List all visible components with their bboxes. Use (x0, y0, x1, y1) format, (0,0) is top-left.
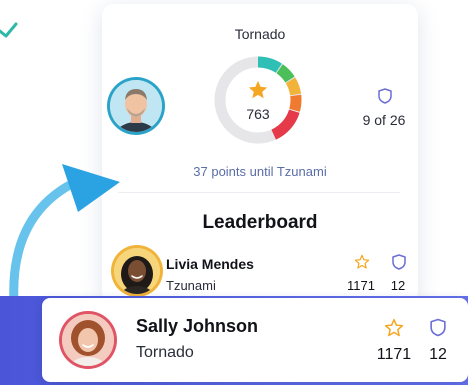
user-avatar[interactable] (110, 80, 162, 132)
shield-icon (430, 318, 446, 337)
sparkle-icon (0, 22, 22, 50)
leaderboard-level: Tzunami (166, 278, 216, 293)
current-user-avatar-illustration (62, 314, 114, 366)
curved-arrow-icon (9, 164, 120, 307)
leaderboard-score: 1171 (347, 278, 375, 293)
current-user-level: Tornado (136, 344, 194, 361)
current-user-rank: 12 (429, 346, 447, 363)
points-value: 763 (246, 106, 270, 122)
progress-card: Tornado 763 9 of 26 37 points until Tzun… (102, 4, 418, 304)
current-user-avatar[interactable] (62, 314, 114, 366)
current-user-name: Sally Johnson (136, 316, 259, 336)
leaderboard-screen: Tornado 763 9 of 26 37 points until Tzun… (0, 0, 468, 385)
current-user-row[interactable]: Sally Johnson Tornado 1171 12 (42, 298, 468, 382)
current-user-score: 1171 (376, 346, 412, 363)
star-icon (247, 79, 269, 101)
star-outline-icon (354, 254, 370, 270)
leaderboard-rank: 12 (390, 278, 406, 293)
level-title: Tornado (234, 26, 286, 42)
points-until-next-level: 37 points until Tzunami (193, 164, 327, 179)
divider (118, 192, 400, 193)
star-outline-icon (384, 318, 404, 338)
shield-icon (378, 88, 392, 104)
leaderboard-title: Leaderboard (202, 212, 318, 233)
user-avatar-illustration (110, 80, 162, 132)
rank-text: 9 of 26 (362, 112, 406, 128)
leaderboard-name: Livia Mendes (166, 256, 254, 272)
shield-icon (392, 254, 406, 270)
